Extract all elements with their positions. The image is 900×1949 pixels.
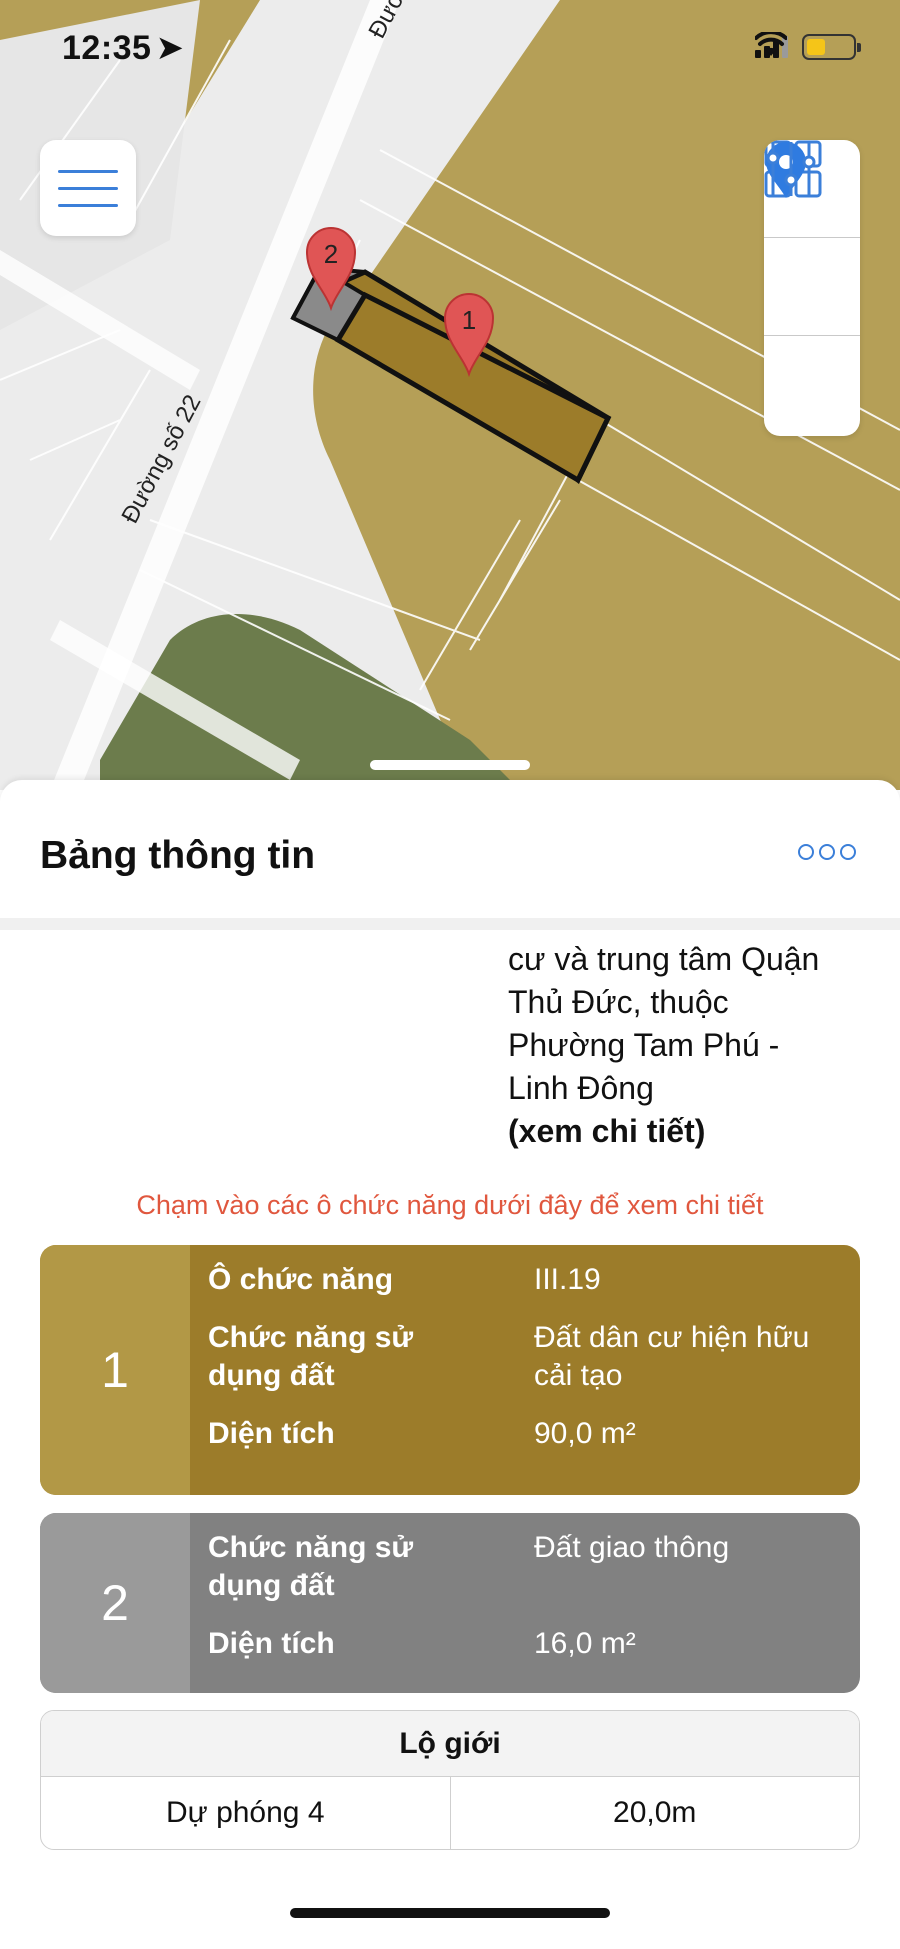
map-view[interactable]: Đường số 22 Đườ 2 1 12:35 ➤: [0, 0, 900, 790]
card-body: Ô chức năng III.19 Chức năng sử dụng đất…: [190, 1245, 860, 1495]
hamburger-menu-button[interactable]: [40, 140, 136, 236]
home-indicator[interactable]: [290, 1908, 610, 1918]
wifi-icon: [755, 32, 787, 56]
row-value: Đất dân cư hiện hữu cải tạo: [534, 1321, 810, 1392]
battery-icon: [802, 34, 861, 60]
more-button[interactable]: [798, 844, 856, 860]
hamburger-line: [58, 203, 118, 207]
hint-text: Chạm vào các ô chức năng dưới đây để xem…: [136, 1190, 764, 1220]
more-dot: [840, 844, 856, 860]
status-time-text: 12:35: [62, 29, 152, 67]
info-sheet: Bảng thông tin cư và trung tâm Quận Thủ …: [0, 780, 900, 1949]
road-boundary-table: Lộ giới Dự phóng 4 20,0m: [40, 1710, 860, 1850]
view-detail-link[interactable]: (xem chi tiết): [508, 1110, 888, 1153]
svg-text:2: 2: [324, 239, 338, 269]
map-tools: [764, 140, 860, 436]
description-line: cư và trung tâm Quận: [508, 941, 820, 977]
land-function-card-2[interactable]: 2 Chức năng sử dụng đất Đất giao thông D…: [40, 1513, 860, 1693]
row-value: III.19: [534, 1263, 601, 1296]
sheet-grabber[interactable]: [370, 760, 530, 770]
row-value: Đất giao thông: [534, 1531, 730, 1564]
row-label: Ô chức năng: [208, 1263, 394, 1296]
row-value: 90,0 m²: [534, 1417, 636, 1450]
location-arrow-icon: ➤: [155, 29, 185, 67]
sheet-header: Bảng thông tin: [0, 780, 900, 930]
row-label: Diện tích: [208, 1417, 335, 1450]
road-name: Dự phóng 4: [41, 1777, 451, 1849]
card-row: Diện tích 90,0 m²: [208, 1415, 842, 1453]
card-row: Chức năng sử dụng đất Đất dân cư hiện hữ…: [208, 1319, 842, 1395]
hamburger-menu-icon: [58, 169, 118, 173]
row-label: Chức năng sử dụng đất: [208, 1531, 414, 1602]
description-line: Phường Tam Phú -: [508, 1027, 780, 1063]
hamburger-line: [58, 186, 118, 190]
card-row: Diện tích 16,0 m²: [208, 1625, 842, 1663]
road-table-row: Dự phóng 4 20,0m: [41, 1777, 859, 1849]
land-function-card-1[interactable]: 1 Ô chức năng III.19 Chức năng sử dụng đ…: [40, 1245, 860, 1495]
svg-text:1: 1: [462, 305, 476, 335]
description-line: Thủ Đức, thuộc: [508, 984, 729, 1020]
card-body: Chức năng sử dụng đất Đất giao thông Diệ…: [190, 1513, 860, 1693]
row-label: Diện tích: [208, 1627, 335, 1660]
card-row: Ô chức năng III.19: [208, 1261, 842, 1299]
filters-button[interactable]: [764, 142, 860, 434]
card-number: 1: [40, 1245, 190, 1495]
card-row: Chức năng sử dụng đất Đất giao thông: [208, 1529, 842, 1605]
card-number: 2: [40, 1513, 190, 1693]
row-value: 16,0 m²: [534, 1627, 636, 1660]
sheet-title: Bảng thông tin: [40, 834, 316, 877]
location-button[interactable]: [764, 142, 860, 336]
plan-description: cư và trung tâm Quận Thủ Đức, thuộc Phườ…: [508, 938, 888, 1153]
more-dots-icon: [798, 844, 814, 860]
status-indicators: [755, 32, 861, 62]
road-table-header: Lộ giới: [41, 1711, 859, 1777]
status-time: 12:35 ➤: [62, 28, 184, 68]
description-line: Linh Đông: [508, 1070, 654, 1106]
more-dot: [819, 844, 835, 860]
road-width: 20,0m: [613, 1796, 697, 1829]
row-label: Chức năng sử dụng đất: [208, 1321, 414, 1392]
sliders-icon: [766, 142, 816, 196]
